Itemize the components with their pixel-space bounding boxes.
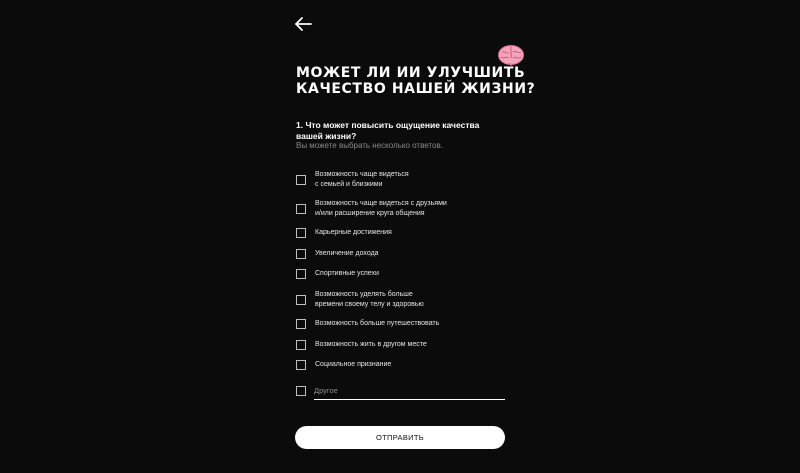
option-friends[interactable]: Возможность чаще видеться с друзьями и/и…	[296, 199, 506, 218]
option-label: Возможность уделять больше времени своем…	[315, 291, 424, 308]
option-label: Возможность жить в другом месте	[315, 341, 427, 349]
arrow-left-icon[interactable]	[294, 15, 312, 33]
checkbox[interactable]	[296, 340, 306, 350]
option-recognition[interactable]: Социальное признание	[296, 360, 506, 370]
option-career[interactable]: Карьерные достижения	[296, 228, 506, 238]
checkbox[interactable]	[296, 174, 306, 185]
option-relocate[interactable]: Возможность жить в другом месте	[296, 340, 506, 350]
question-text: 1. Что может повысить ощущение качества …	[296, 120, 480, 141]
option-sport[interactable]: Спортивные успехи	[296, 269, 506, 279]
checkbox[interactable]	[296, 269, 306, 279]
checkbox[interactable]	[296, 360, 306, 370]
option-label: Возможность чаще видеться с семьей и бли…	[315, 171, 409, 188]
checkbox[interactable]	[296, 386, 306, 396]
checkbox[interactable]	[296, 249, 306, 259]
option-label: Карьерные достижения	[315, 229, 392, 237]
option-health[interactable]: Возможность уделять больше времени своем…	[296, 290, 506, 309]
option-label: Спортивные успехи	[315, 270, 379, 278]
option-travel[interactable]: Возможность больше путешествовать	[296, 319, 506, 329]
option-label: Возможность больше путешествовать	[315, 320, 440, 328]
option-other[interactable]	[296, 386, 308, 396]
submit-button[interactable]: ОТПРАВИТЬ	[295, 426, 505, 449]
option-label: Увеличение дохода	[315, 250, 379, 258]
survey-title: МОЖЕТ ЛИ ИИ УЛУЧШИТЬ КАЧЕСТВО НАШЕЙ ЖИЗН…	[296, 65, 536, 97]
question-hint: Вы можете выбрать несколько ответов.	[296, 141, 443, 150]
option-family[interactable]: Возможность чаще видеться с семьей и бли…	[296, 170, 506, 189]
option-label: Возможность чаще видеться с друзьями и/и…	[315, 200, 447, 217]
checkbox[interactable]	[296, 319, 306, 329]
option-label: Социальное признание	[315, 361, 392, 369]
survey-page: МОЖЕТ ЛИ ИИ УЛУЧШИТЬ КАЧЕСТВО НАШЕЙ ЖИЗН…	[0, 0, 800, 473]
checkbox[interactable]	[296, 294, 306, 305]
checkbox[interactable]	[296, 203, 306, 214]
option-income[interactable]: Увеличение дохода	[296, 249, 506, 259]
checkbox[interactable]	[296, 228, 306, 238]
other-input[interactable]	[314, 381, 505, 400]
